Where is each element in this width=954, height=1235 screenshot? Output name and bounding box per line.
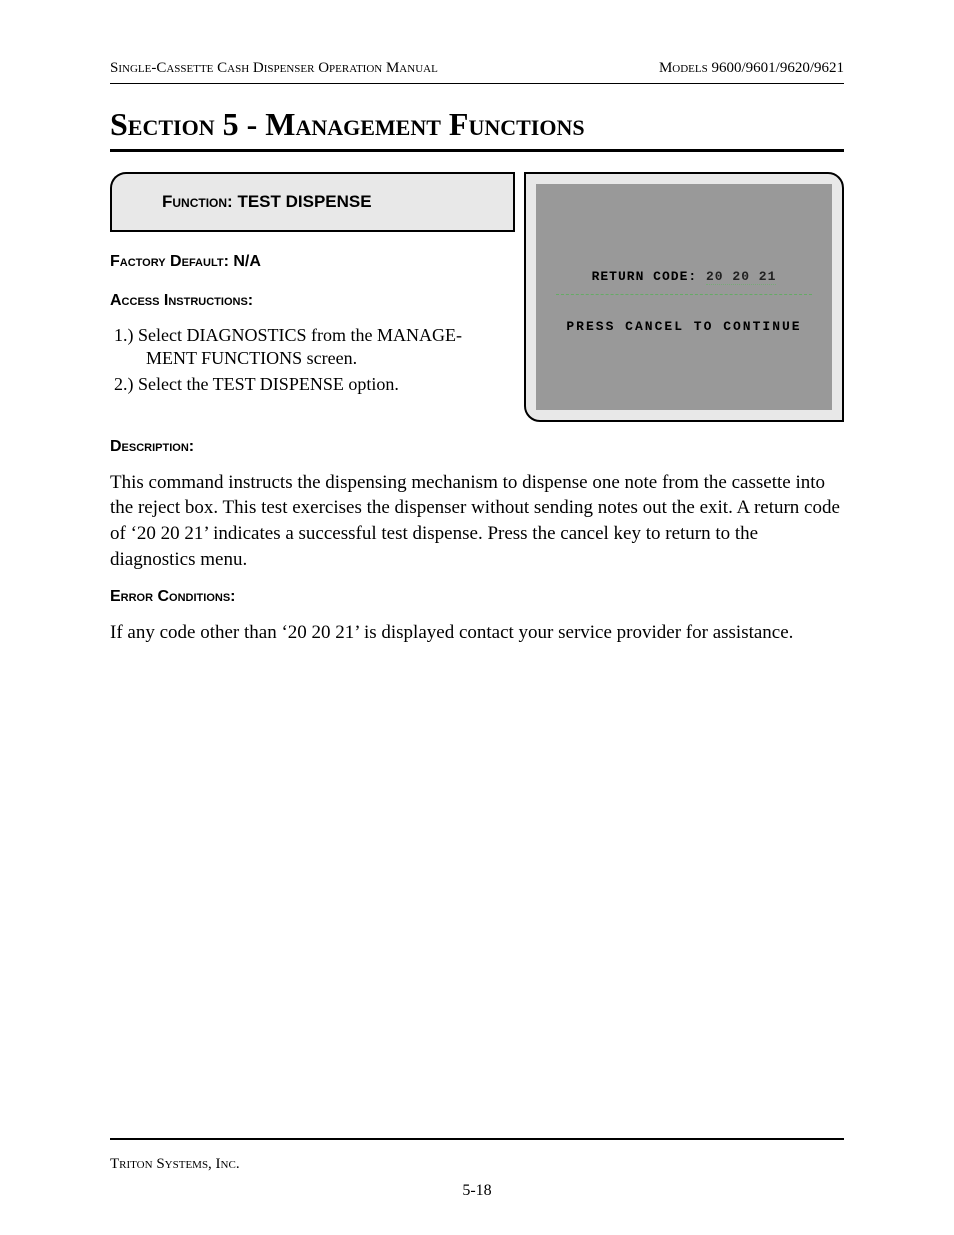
screen-frame: RETURN CODE: 20 20 21 PRESS CANCEL TO CO…	[524, 172, 844, 422]
screen-divider	[556, 294, 812, 295]
access-steps: 1.) Select DIAGNOSTICS from the MANAGE­M…	[114, 324, 490, 396]
access-instructions-label: Access Instructions:	[110, 292, 253, 309]
error-section: Error Conditions: If any code other than…	[110, 586, 844, 645]
function-banner: Function: TEST DISPENSE	[110, 172, 515, 232]
function-label: Function:	[162, 192, 237, 211]
return-code-label: RETURN CODE:	[592, 269, 698, 284]
error-conditions-text: If any code other than ‘20 20 21’ is dis…	[110, 622, 793, 643]
banner-bottom-rule	[110, 230, 515, 232]
footer-rule	[110, 1138, 844, 1140]
description-label: Description:	[110, 436, 844, 458]
return-code-value: 20 20 21	[706, 269, 776, 285]
page-number: 5-18	[0, 1182, 954, 1200]
factory-default-value: N/A	[233, 253, 261, 270]
section-title: Section 5 - Management Functions	[110, 106, 844, 143]
title-rule	[110, 149, 844, 152]
factory-default-label: Factory Default:	[110, 253, 233, 270]
header-right: Models 9600/9601/9620/9621	[659, 60, 844, 77]
access-step: 2.) Select the TEST DISPENSE option.	[114, 373, 490, 396]
footer-company: Triton Systems, Inc.	[110, 1156, 240, 1173]
description-text: This command instructs the dispensing me…	[110, 472, 840, 570]
atm-screen: RETURN CODE: 20 20 21 PRESS CANCEL TO CO…	[536, 184, 832, 410]
function-name: TEST DISPENSE	[237, 192, 371, 211]
screen-continue-text: PRESS CANCEL TO CONTINUE	[556, 319, 812, 334]
header-rule	[110, 83, 844, 84]
page-header: Single-Cassette Cash Dispenser Operation…	[110, 60, 844, 77]
function-box: Function: TEST DISPENSE RETURN CODE: 20 …	[110, 172, 844, 422]
access-step: 1.) Select DIAGNOSTICS from the MANAGE­M…	[114, 324, 490, 371]
description-section: Description: This command instructs the …	[110, 436, 844, 572]
error-conditions-label: Error Conditions:	[110, 586, 844, 608]
function-left-column: Factory Default: N/A Access Instructions…	[110, 250, 490, 398]
header-left: Single-Cassette Cash Dispenser Operation…	[110, 60, 438, 77]
